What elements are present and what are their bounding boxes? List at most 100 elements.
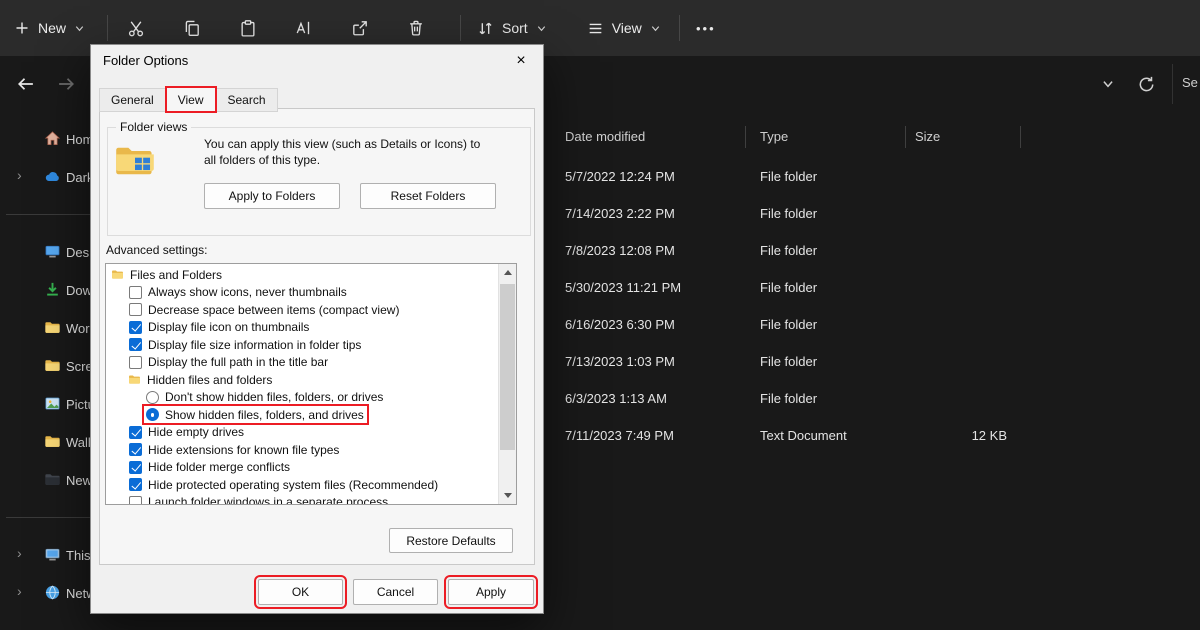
sidebar-item-netw[interactable]: ›Netw [0, 574, 96, 612]
refresh-button[interactable] [1134, 72, 1158, 96]
sidebar-item-label: New [66, 473, 92, 488]
setting-row: Decrease space between items (compact vi… [127, 301, 402, 318]
folder-icon [127, 373, 142, 386]
view-button[interactable]: View [587, 20, 661, 37]
sidebar-item-wall[interactable]: Wall [0, 423, 96, 461]
new-button[interactable]: New [14, 20, 85, 36]
radio-button[interactable] [146, 391, 159, 404]
setting-label: Display file icon on thumbnails [148, 320, 309, 334]
forward-button[interactable] [54, 72, 78, 96]
sidebar-item-dow[interactable]: Dow [0, 271, 96, 309]
file-date: 5/7/2022 12:24 PM [565, 158, 675, 195]
setting-label: Always show icons, never thumbnails [148, 285, 347, 299]
view-label: View [612, 20, 642, 36]
paste-button[interactable] [230, 10, 266, 46]
file-type: File folder [760, 195, 817, 232]
ok-button[interactable]: OK [258, 579, 343, 605]
advanced-setting[interactable]: Don't show hidden files, folders, or dri… [106, 389, 499, 407]
setting-row: Don't show hidden files, folders, or dri… [144, 389, 386, 406]
new-label: New [38, 20, 66, 36]
checkbox[interactable] [129, 478, 142, 491]
sort-button[interactable]: Sort [477, 20, 547, 37]
sidebar-separator [6, 517, 90, 518]
setting-label: Don't show hidden files, folders, or dri… [165, 390, 383, 404]
scroll-down-button[interactable] [499, 487, 516, 504]
sidebar-item-wor[interactable]: Wor [0, 309, 96, 347]
advanced-setting[interactable]: Hide protected operating system files (R… [106, 476, 499, 494]
cut-button[interactable] [118, 10, 154, 46]
sidebar-item-pictu[interactable]: Pictu [0, 385, 96, 423]
advanced-settings-list: Files and FoldersAlways show icons, neve… [105, 263, 517, 505]
toolbar-separator [107, 15, 108, 41]
folder-views-description: You can apply this view (such as Details… [204, 136, 514, 152]
apply-button[interactable]: Apply [448, 579, 534, 605]
rename-button[interactable] [286, 10, 322, 46]
checkbox[interactable] [129, 338, 142, 351]
column-size[interactable]: Size [915, 129, 940, 144]
advanced-setting[interactable]: Hide extensions for known file types [106, 441, 499, 459]
file-date: 5/30/2023 11:21 PM [565, 269, 681, 306]
sidebar-item-dark[interactable]: ›Dark [0, 158, 96, 196]
restore-defaults-button[interactable]: Restore Defaults [389, 528, 513, 553]
advanced-setting[interactable]: Decrease space between items (compact vi… [106, 301, 499, 319]
tab-general[interactable]: General [99, 88, 166, 112]
chevron-right-icon[interactable]: › [17, 545, 22, 561]
apply-to-folders-button[interactable]: Apply to Folders [204, 183, 340, 209]
checkbox[interactable] [129, 496, 142, 505]
setting-row: Display the full path in the title bar [127, 354, 331, 371]
close-icon[interactable]: × [507, 50, 535, 72]
advanced-setting[interactable]: Always show icons, never thumbnails [106, 284, 499, 302]
column-separator[interactable] [745, 126, 746, 148]
back-button[interactable] [14, 72, 38, 96]
share-button[interactable] [342, 10, 378, 46]
advanced-setting[interactable]: Display file icon on thumbnails [106, 319, 499, 337]
delete-button[interactable] [398, 10, 434, 46]
column-date-modified[interactable]: Date modified [565, 129, 645, 144]
address-dropdown-chevron-icon[interactable] [1096, 72, 1120, 96]
network-icon [44, 584, 61, 601]
checkbox[interactable] [129, 303, 142, 316]
advanced-setting[interactable]: Display file size information in folder … [106, 336, 499, 354]
cancel-button[interactable]: Cancel [353, 579, 438, 605]
triangle-down-icon [504, 493, 512, 498]
tab-view[interactable]: View [166, 87, 216, 112]
search-input[interactable]: Se [1182, 75, 1198, 90]
chevron-right-icon[interactable]: › [17, 167, 22, 183]
setting-label: Hidden files and folders [147, 373, 272, 387]
chevron-down-icon [536, 23, 547, 34]
scroll-up-button[interactable] [499, 264, 516, 281]
more-button[interactable]: ••• [688, 10, 724, 46]
chevron-right-icon[interactable]: › [17, 583, 22, 599]
radio-button[interactable] [146, 408, 159, 421]
setting-row: Hide extensions for known file types [127, 441, 342, 458]
column-separator[interactable] [905, 126, 906, 148]
copy-button[interactable] [174, 10, 210, 46]
checkbox[interactable] [129, 461, 142, 474]
advanced-setting[interactable]: Files and Folders [106, 266, 499, 284]
checkbox[interactable] [129, 321, 142, 334]
advanced-setting[interactable]: Show hidden files, folders, and drives [106, 406, 499, 424]
reset-folders-button[interactable]: Reset Folders [360, 183, 496, 209]
column-separator[interactable] [1020, 126, 1021, 148]
sidebar-item-scre[interactable]: Scre [0, 347, 96, 385]
checkbox[interactable] [129, 286, 142, 299]
sidebar-item-hom[interactable]: Hom [0, 120, 96, 158]
checkbox[interactable] [129, 356, 142, 369]
scrollbar-thumb[interactable] [500, 284, 515, 450]
setting-row: Hide empty drives [127, 424, 247, 441]
sidebar-item-this[interactable]: ›This [0, 536, 96, 574]
advanced-setting[interactable]: Display the full path in the title bar [106, 354, 499, 372]
tab-search[interactable]: Search [216, 88, 278, 112]
sidebar-item-desk[interactable]: Desk [0, 233, 96, 271]
checkbox[interactable] [129, 443, 142, 456]
advanced-setting[interactable]: Hide empty drives [106, 424, 499, 442]
scrollbar[interactable] [498, 264, 516, 504]
sidebar-item-new[interactable]: New [0, 461, 96, 499]
advanced-setting[interactable]: Hidden files and folders [106, 371, 499, 389]
column-type[interactable]: Type [760, 129, 788, 144]
setting-row: Launch folder windows in a separate proc… [127, 494, 391, 505]
advanced-setting[interactable]: Launch folder windows in a separate proc… [106, 494, 499, 506]
checkbox[interactable] [129, 426, 142, 439]
folder-dark-icon [44, 471, 61, 488]
advanced-setting[interactable]: Hide folder merge conflicts [106, 459, 499, 477]
